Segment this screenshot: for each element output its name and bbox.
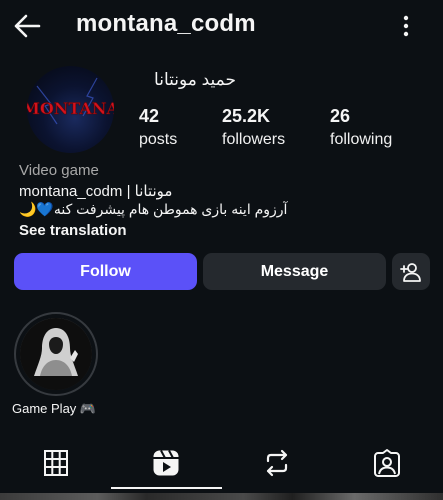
following-label: following xyxy=(330,131,393,148)
following-count: 26 xyxy=(330,106,351,126)
profile-avatar[interactable]: MONTANA xyxy=(27,66,114,153)
posts-count: 42 xyxy=(139,106,160,126)
message-button[interactable]: Message xyxy=(203,253,386,290)
reels-icon[interactable] xyxy=(151,448,181,478)
stat-posts[interactable]: 42 posts xyxy=(139,106,177,149)
active-tab-indicator xyxy=(111,487,222,489)
more-options-icon[interactable] xyxy=(394,14,418,38)
montana-logo: MONTANA xyxy=(27,77,114,125)
back-arrow-icon[interactable] xyxy=(12,12,42,40)
tagged-icon[interactable] xyxy=(372,448,402,478)
highlight-cover-image xyxy=(20,318,92,390)
suggested-users-button[interactable] xyxy=(392,253,430,290)
bio-line-2: 🌙💙آرزوم اینه بازی هموطن هام پیشرفت کنه xyxy=(19,201,288,217)
followers-label: followers xyxy=(222,131,286,148)
posts-label: posts xyxy=(139,131,178,148)
story-highlight[interactable] xyxy=(14,312,98,396)
follow-button[interactable]: Follow xyxy=(14,253,197,290)
grid-icon[interactable] xyxy=(41,448,71,478)
highlight-label: Game Play 🎮 xyxy=(12,401,97,416)
stat-following[interactable]: 26 following xyxy=(330,106,392,149)
svg-text:MONTANA: MONTANA xyxy=(27,99,114,118)
profile-username: montana_codm xyxy=(76,10,256,37)
followers-count: 25.2K xyxy=(222,106,271,126)
add-user-icon xyxy=(400,262,421,282)
stat-followers[interactable]: 25.2K followers xyxy=(222,106,285,149)
profile-tab-bar xyxy=(0,438,443,490)
repost-icon[interactable] xyxy=(262,448,292,478)
bio-line-1: montana_codm | مونتانا xyxy=(19,183,173,200)
top-bar: montana_codm xyxy=(0,0,443,52)
reels-grid-preview[interactable] xyxy=(0,493,443,500)
see-translation-link[interactable]: See translation xyxy=(19,222,127,239)
profile-category: Video game xyxy=(19,162,99,179)
profile-display-name: حمید مونتانا xyxy=(154,70,236,89)
